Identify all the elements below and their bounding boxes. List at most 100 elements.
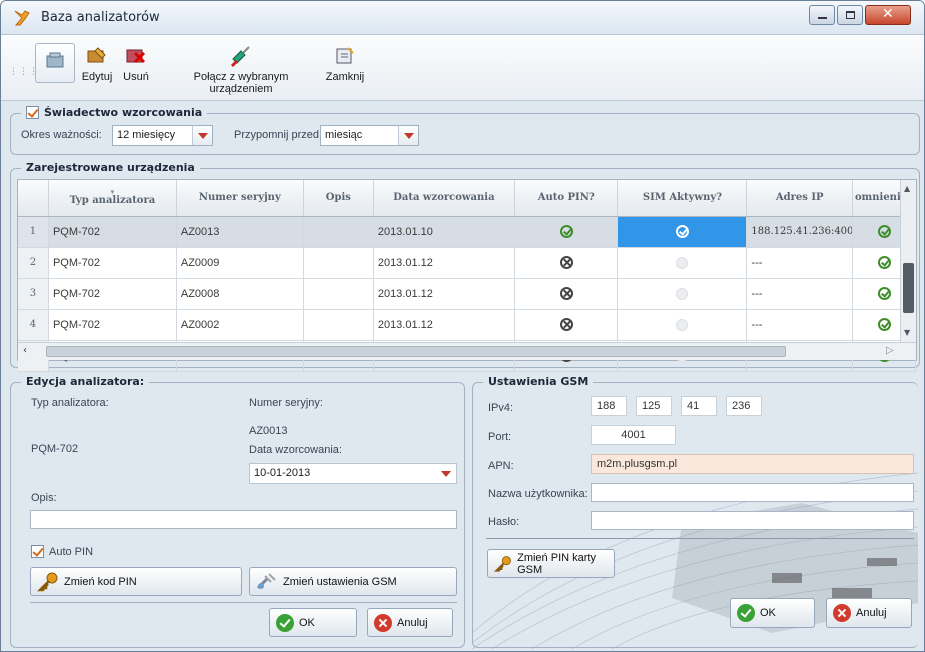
cell-date[interactable]: 2013.01.12 [373,247,515,279]
cell-date[interactable]: 2013.01.12 [373,309,515,341]
autopin-checkbox[interactable] [31,545,44,558]
cell-desc[interactable] [303,278,374,310]
cell-autopin[interactable] [514,309,619,341]
maximize-button[interactable] [837,5,863,25]
cell-type[interactable]: PQM-702 [48,216,177,248]
ok-icon [737,604,755,622]
change-gsm-label: Zmień ustawienia GSM [283,575,397,588]
vertical-scroll-thumb[interactable] [903,263,914,313]
apn-label: APN: [488,460,514,472]
cell-ip[interactable]: --- [746,309,853,341]
cell-sim[interactable] [617,247,748,279]
connect-label: Połącz z wybranym urządzeniem [193,71,289,95]
change-pin-label: Zmień kod PIN [64,575,137,588]
connect-plug-icon [230,46,250,67]
edit-ok-label: OK [299,616,315,629]
edit-cancel-button[interactable]: Anuluj [367,608,453,637]
cell-sim[interactable] [617,309,748,341]
ip-octet-2[interactable]: 125 [636,396,672,416]
row-number: 1 [18,216,49,248]
desc-input[interactable] [30,510,457,529]
cell-desc[interactable] [303,216,374,248]
change-pin-button[interactable]: Zmień kod PIN [30,567,242,596]
cell-type[interactable]: PQM-702 [48,309,177,341]
scroll-down-icon[interactable]: ▼ [904,328,910,337]
horizontal-scroll-thumb[interactable] [46,346,786,357]
col-header-date[interactable]: Data wzorcowania [373,180,515,217]
disabled-circle-icon [676,287,689,300]
table-row[interactable]: 1 PQM-702 AZ0013 2013.01.10 188.125.41.2… [18,216,916,248]
col-header-autopin[interactable]: Auto PIN? [514,180,619,217]
disabled-circle-icon [676,318,689,331]
change-gsm-button[interactable]: Zmień ustawienia GSM [249,567,457,596]
cell-sim[interactable] [617,216,748,248]
minimize-button[interactable] [809,5,835,25]
table-row[interactable]: 4 PQM-702 AZ0002 2013.01.12 --- [18,309,916,341]
cell-type[interactable]: PQM-702 [48,247,177,279]
col-header-serial[interactable]: Numer seryjny [176,180,304,217]
add-device-button[interactable] [35,43,75,83]
chevron-down-icon[interactable] [436,464,456,483]
col-header-sim[interactable]: SIM Aktywny? [617,180,748,217]
cell-autopin[interactable] [514,278,619,310]
gsm-cancel-button[interactable]: Anuluj [826,598,912,628]
calibration-title: Świadectwo wzorcowania [44,106,203,119]
table-header: ▾ Typ analizatora Numer seryjny Opis Data… [18,180,916,217]
check-circle-icon [675,225,689,238]
delete-button[interactable]: Usuń [119,45,153,83]
table-row[interactable]: 3 PQM-702 AZ0008 2013.01.12 --- [18,278,916,310]
vertical-scrollbar[interactable]: ▲ ▼ [900,180,916,342]
close-window-button[interactable]: ✕ [865,5,911,25]
scroll-up-icon[interactable]: ▲ [904,184,910,193]
change-sim-pin-button[interactable]: Zmień PIN karty GSM [487,549,615,578]
title-bar: Baza analizatorów ✕ [1,1,924,35]
cell-date[interactable]: 2013.01.10 [373,216,515,248]
toolbar: ⋮⋮⋮ Edytuj Usuń Połącz z wybranym urządz… [1,35,924,101]
cell-ip[interactable]: 188.125.41.236:4001 [746,216,853,248]
cell-ip[interactable]: --- [746,278,853,310]
ip-octet-1[interactable]: 188 [591,396,627,416]
serial-value: AZ0013 [249,425,288,437]
apn-input[interactable]: m2m.plusgsm.pl [591,454,914,474]
check-circle-icon [877,287,891,300]
edit-button[interactable]: Edytuj [79,45,115,83]
minimize-icon [818,17,827,19]
chevron-down-icon[interactable] [192,126,212,145]
cell-serial[interactable]: AZ0013 [176,216,304,248]
table-row[interactable]: 2 PQM-702 AZ0009 2013.01.12 --- [18,247,916,279]
cell-autopin[interactable] [514,247,619,279]
col-header-ip[interactable]: Adres IP [746,180,853,217]
ip-octet-4[interactable]: 236 [726,396,762,416]
username-input[interactable] [591,483,914,502]
cell-sim[interactable] [617,278,748,310]
cell-serial[interactable]: AZ0008 [176,278,304,310]
cell-desc[interactable] [303,247,374,279]
close-button[interactable]: Zamknij [323,45,367,83]
cell-serial[interactable]: AZ0009 [176,247,304,279]
col-header-type[interactable]: ▾ Typ analizatora [48,180,177,217]
type-label: Typ analizatora: [31,397,109,409]
remind-select[interactable]: miesiąc [320,125,419,146]
gsm-ok-label: OK [760,607,776,619]
calibration-checkbox[interactable] [26,106,39,119]
chevron-down-icon[interactable] [398,126,418,145]
validity-select[interactable]: 12 miesięcy [112,125,213,146]
edit-ok-button[interactable]: OK [269,608,357,637]
cell-type[interactable]: PQM-702 [48,278,177,310]
port-input[interactable]: 4001 [591,425,676,445]
scroll-left-icon[interactable]: ‹ [23,345,27,356]
gsm-ok-button[interactable]: OK [730,598,815,628]
cell-ip[interactable]: --- [746,247,853,279]
edit-icon [87,47,106,63]
cell-autopin[interactable] [514,216,619,248]
horizontal-scrollbar[interactable]: ‹ ▷ [18,342,916,360]
cell-desc[interactable] [303,309,374,341]
connect-button[interactable]: Połącz z wybranym urządzeniem [163,45,319,95]
scroll-right-icon[interactable]: ▷ [886,345,894,356]
cell-date[interactable]: 2013.01.12 [373,278,515,310]
password-input[interactable] [591,511,914,530]
date-picker[interactable]: 10-01-2013 [249,463,457,484]
cell-serial[interactable]: AZ0002 [176,309,304,341]
ip-octet-3[interactable]: 41 [681,396,717,416]
col-header-desc[interactable]: Opis [303,180,374,217]
